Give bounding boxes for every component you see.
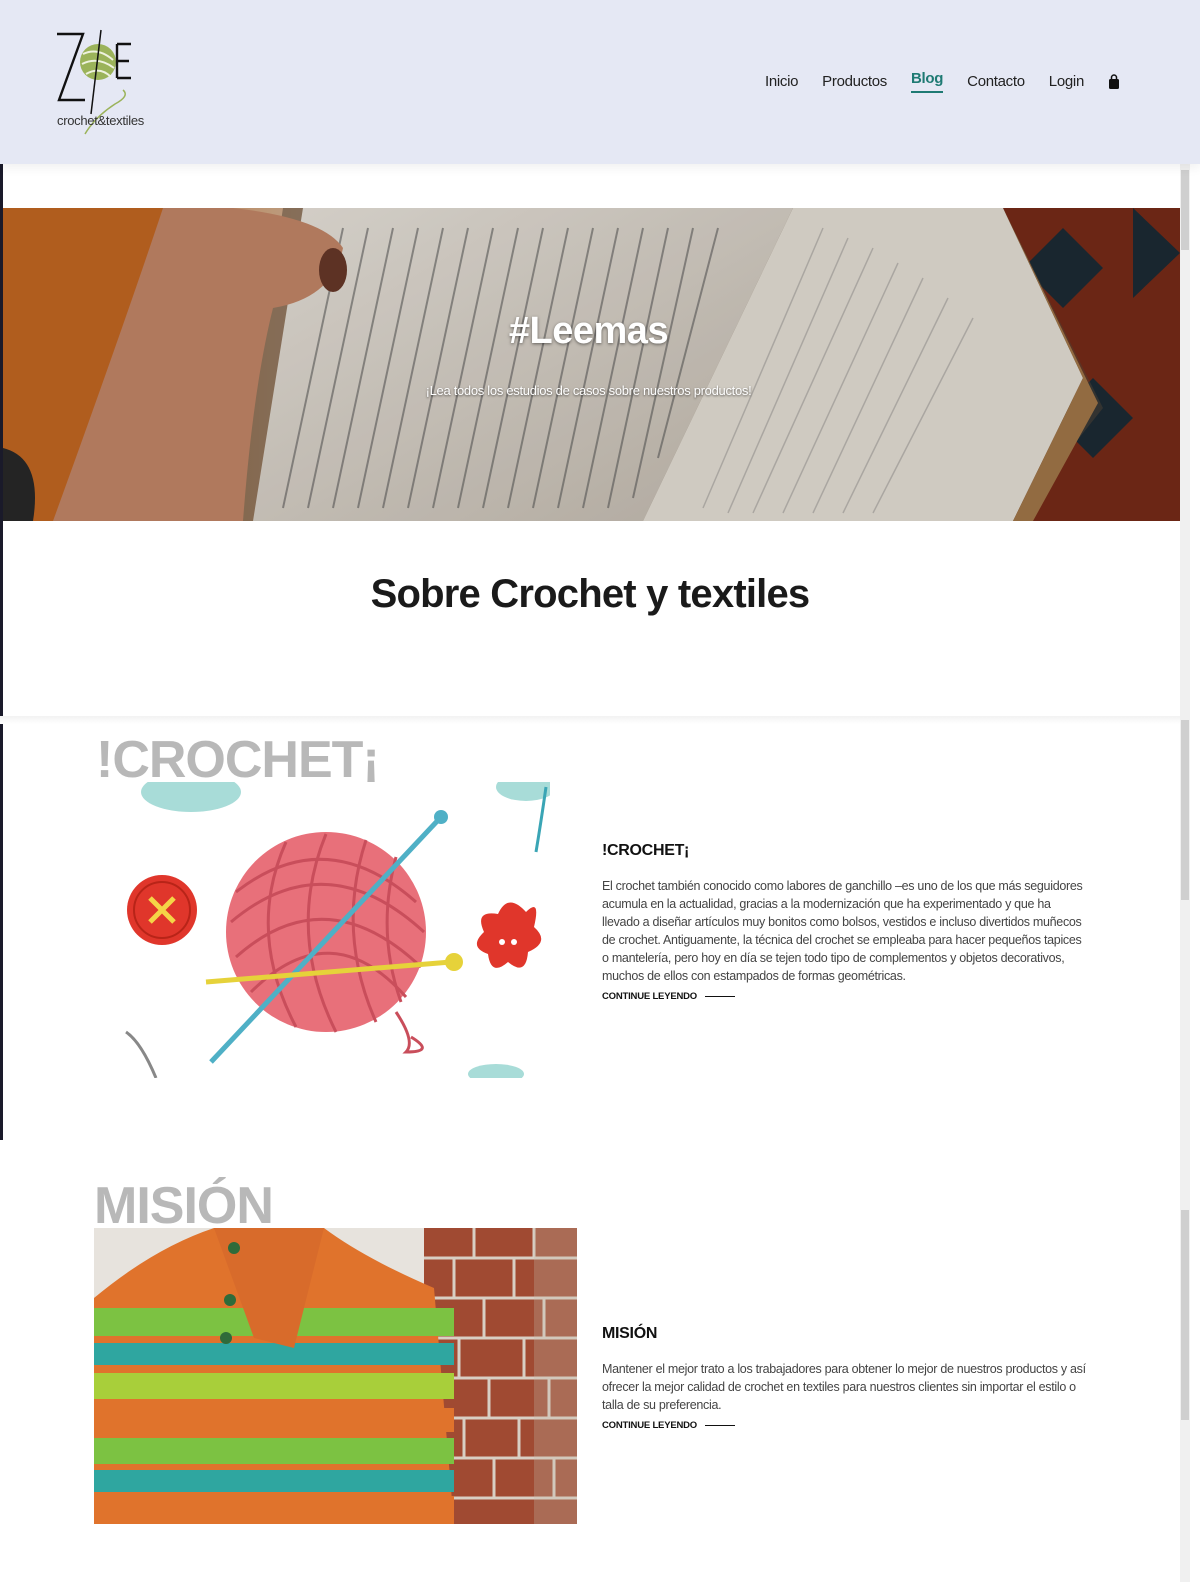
post-big-label: !CROCHET¡ bbox=[96, 731, 379, 782]
nav-login[interactable]: Login bbox=[1049, 73, 1085, 90]
continue-reading-label: CONTINUE LEYENDO bbox=[602, 991, 697, 1002]
scrollbar-thumb[interactable] bbox=[1181, 170, 1189, 250]
continue-reading-label: CONTINUE LEYENDO bbox=[602, 1420, 697, 1431]
section-title: Sobre Crochet y textiles bbox=[370, 572, 811, 616]
nav-inicio[interactable]: Inicio bbox=[765, 73, 799, 90]
nav-contacto[interactable]: Contacto bbox=[967, 73, 1025, 90]
scrollbar-thumb[interactable] bbox=[1181, 1210, 1189, 1420]
continue-reading-link[interactable]: CONTINUE LEYENDO bbox=[602, 1420, 735, 1431]
arrow-line-icon bbox=[704, 996, 735, 997]
hero-image bbox=[3, 208, 1180, 521]
main-nav: Inicio Productos Blog Contacto Login bbox=[765, 70, 1120, 93]
site-header: crochet&textiles Inicio Productos Blog C… bbox=[0, 0, 1200, 164]
post-heading[interactable]: !CROCHET¡ bbox=[602, 842, 689, 860]
yarn-ball-illustration bbox=[125, 782, 550, 1078]
scrollbar-thumb[interactable] bbox=[1181, 720, 1189, 900]
logo-text: crochet&textiles bbox=[57, 113, 144, 128]
left-edge bbox=[0, 0, 3, 1140]
post-big-label: MISIÓN bbox=[94, 1177, 273, 1228]
arrow-line-icon bbox=[704, 1425, 735, 1426]
post-image-crochet[interactable] bbox=[96, 782, 550, 1078]
nav-productos[interactable]: Productos bbox=[822, 73, 887, 90]
post-excerpt: Mantener el mejor trato a los trabajador… bbox=[602, 1362, 1086, 1412]
shopping-bag-icon[interactable] bbox=[1108, 73, 1120, 90]
hero-title: #Leemas bbox=[508, 310, 669, 352]
hero-subtitle: ¡Lea todos los estudios de casos sobre n… bbox=[425, 383, 752, 398]
hero-banner bbox=[3, 208, 1180, 521]
section-divider bbox=[0, 716, 1180, 724]
post-heading[interactable]: MISIÓN bbox=[602, 1325, 657, 1343]
continue-reading-link[interactable]: CONTINUE LEYENDO bbox=[602, 991, 735, 1002]
nav-blog[interactable]: Blog bbox=[911, 70, 943, 93]
post-excerpt: El crochet también conocido como labores… bbox=[602, 879, 1083, 983]
sweater-photo bbox=[94, 1228, 577, 1524]
post-image-mision[interactable] bbox=[94, 1228, 577, 1524]
